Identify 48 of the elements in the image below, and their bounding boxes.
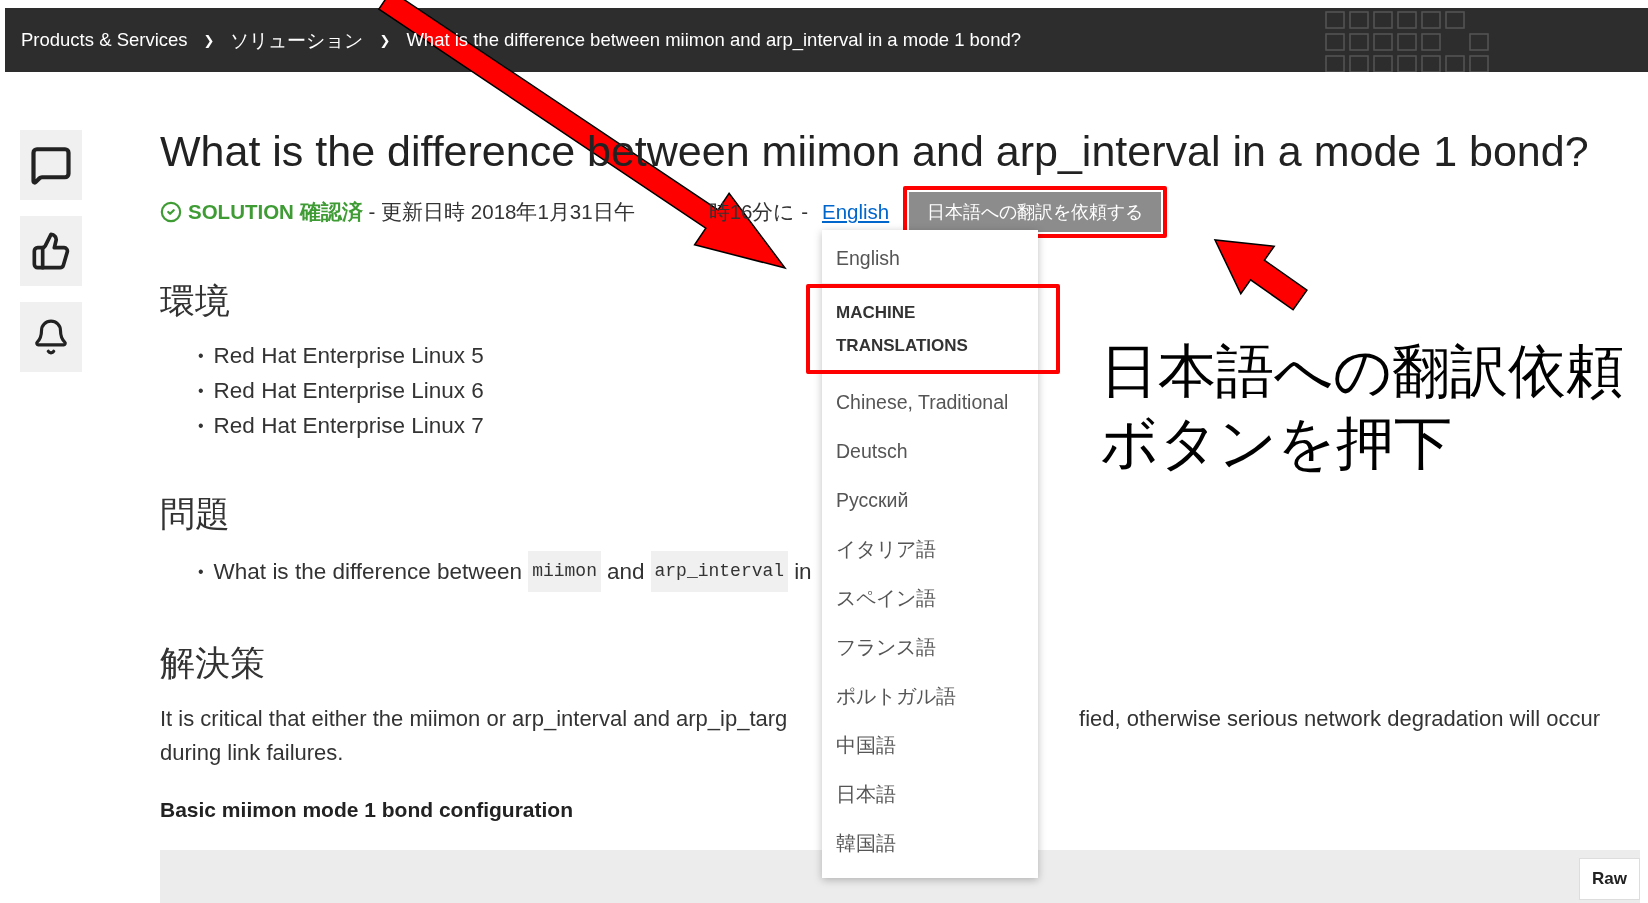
section-heading: 解決策 bbox=[160, 642, 265, 684]
thumbs-up-icon[interactable] bbox=[31, 231, 71, 271]
inline-code: miimon bbox=[528, 551, 601, 592]
raw-button[interactable]: Raw bbox=[1579, 858, 1640, 900]
language-link[interactable]: English bbox=[821, 200, 890, 223]
breadcrumb-link[interactable]: ソリューション bbox=[230, 27, 364, 53]
language-option[interactable]: スペイン語 bbox=[821, 574, 1038, 623]
section-heading: 問題 bbox=[160, 493, 230, 535]
annotation-text: 日本語への翻訳依頼 bbox=[1100, 336, 1624, 407]
annotation-text: ボタンを押下 bbox=[1100, 408, 1453, 479]
list-text: in bbox=[794, 558, 812, 586]
subheading: Basic miimon mode 1 bond configuration bbox=[160, 798, 574, 822]
bullet: • bbox=[198, 416, 204, 436]
paragraph-text: It is critical that either the miimon or arp_interval and arp_ip_targ bbox=[160, 705, 788, 733]
language-option[interactable]: ポルトガル語 bbox=[821, 672, 1038, 721]
bullet: • bbox=[198, 562, 204, 582]
list-text: Red Hat Enterprise Linux 7 bbox=[213, 412, 484, 440]
list-text: Red Hat Enterprise Linux 6 bbox=[213, 377, 484, 405]
language-option[interactable]: 日本語 bbox=[821, 770, 1038, 819]
list-text: What is the difference between bbox=[213, 558, 523, 586]
language-option[interactable]: イタリア語 bbox=[821, 525, 1038, 574]
paragraph-text: during link failures. bbox=[160, 739, 344, 767]
language-option[interactable]: Deutsch bbox=[821, 427, 1038, 476]
action-tile[interactable] bbox=[20, 130, 82, 200]
action-tile[interactable] bbox=[20, 302, 82, 372]
language-option[interactable]: English bbox=[821, 234, 1038, 283]
language-option[interactable]: フランス語 bbox=[821, 623, 1038, 672]
menu-section-header: MACHINE TRANSLATIONS bbox=[821, 283, 1000, 374]
action-tile[interactable] bbox=[20, 216, 82, 286]
list-text: Red Hat Enterprise Linux 5 bbox=[213, 342, 484, 370]
language-option[interactable]: Chinese, Traditional bbox=[821, 378, 1038, 427]
bullet: • bbox=[198, 346, 204, 366]
solution-status: SOLUTION 確認済 bbox=[188, 199, 363, 225]
list-text: and bbox=[606, 558, 645, 586]
language-option[interactable]: 韓国語 bbox=[821, 819, 1038, 868]
breadcrumb-separator: ❯ bbox=[203, 32, 215, 48]
breadcrumb-separator: ❯ bbox=[379, 32, 391, 48]
comment-icon[interactable] bbox=[30, 144, 72, 186]
language-option[interactable]: Русский bbox=[821, 476, 1038, 525]
section-heading: 環境 bbox=[160, 280, 230, 322]
breadcrumb-link[interactable]: Products & Services bbox=[21, 29, 188, 51]
bullet: • bbox=[198, 381, 204, 401]
check-circle-icon bbox=[160, 201, 182, 223]
bell-icon[interactable] bbox=[32, 318, 70, 356]
updated-date: - 更新日時 2018年1月31日午 bbox=[368, 199, 635, 225]
paragraph-text: fied, otherwise serious network degradation will occur bbox=[1079, 705, 1600, 733]
language-option[interactable]: 中国語 bbox=[821, 721, 1038, 770]
inline-code: arp_interval bbox=[650, 551, 789, 592]
